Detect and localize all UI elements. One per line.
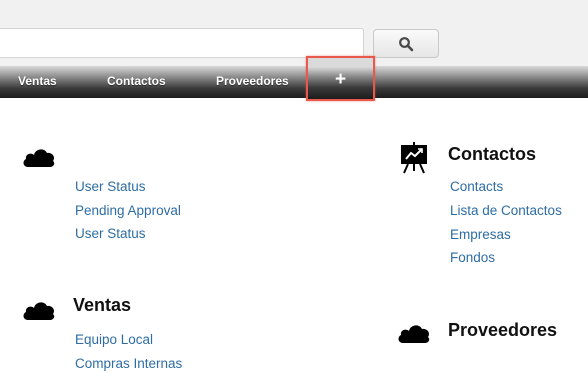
- nav-add-button[interactable]: +: [306, 56, 375, 101]
- link-compras-internas[interactable]: Compras Internas: [75, 356, 182, 371]
- link-pending-approval[interactable]: Pending Approval: [75, 203, 181, 218]
- top-bar: [0, 0, 588, 66]
- link-equipo-local[interactable]: Equipo Local: [75, 332, 153, 347]
- link-empresas[interactable]: Empresas: [450, 227, 511, 242]
- main-navbar: Ventas Contactos Proveedores: [0, 66, 588, 98]
- plus-icon: +: [334, 69, 347, 90]
- section-title-ventas: Ventas: [73, 295, 132, 315]
- link-fondos[interactable]: Fondos: [450, 250, 495, 265]
- link-contacts[interactable]: Contacts: [450, 179, 503, 194]
- link-user-status-2[interactable]: User Status: [75, 226, 146, 241]
- cloud-icon: [398, 325, 430, 343]
- section-title-proveedores: Proveedores: [448, 320, 558, 340]
- nav-item-proveedores[interactable]: Proveedores: [216, 66, 289, 98]
- link-lista-de-contactos[interactable]: Lista de Contactos: [450, 203, 562, 218]
- presentation-chart-icon: [401, 142, 427, 174]
- link-partial[interactable]: [75, 378, 105, 384]
- search-input[interactable]: [0, 28, 364, 58]
- search-icon: [399, 36, 414, 51]
- nav-item-contactos[interactable]: Contactos: [107, 66, 166, 98]
- nav-item-ventas[interactable]: Ventas: [18, 66, 57, 98]
- cloud-icon: [23, 149, 55, 167]
- link-user-status[interactable]: User Status: [75, 179, 146, 194]
- cloud-icon: [23, 302, 55, 320]
- section-title-contactos: Contactos: [448, 144, 537, 164]
- search-button[interactable]: [373, 29, 439, 58]
